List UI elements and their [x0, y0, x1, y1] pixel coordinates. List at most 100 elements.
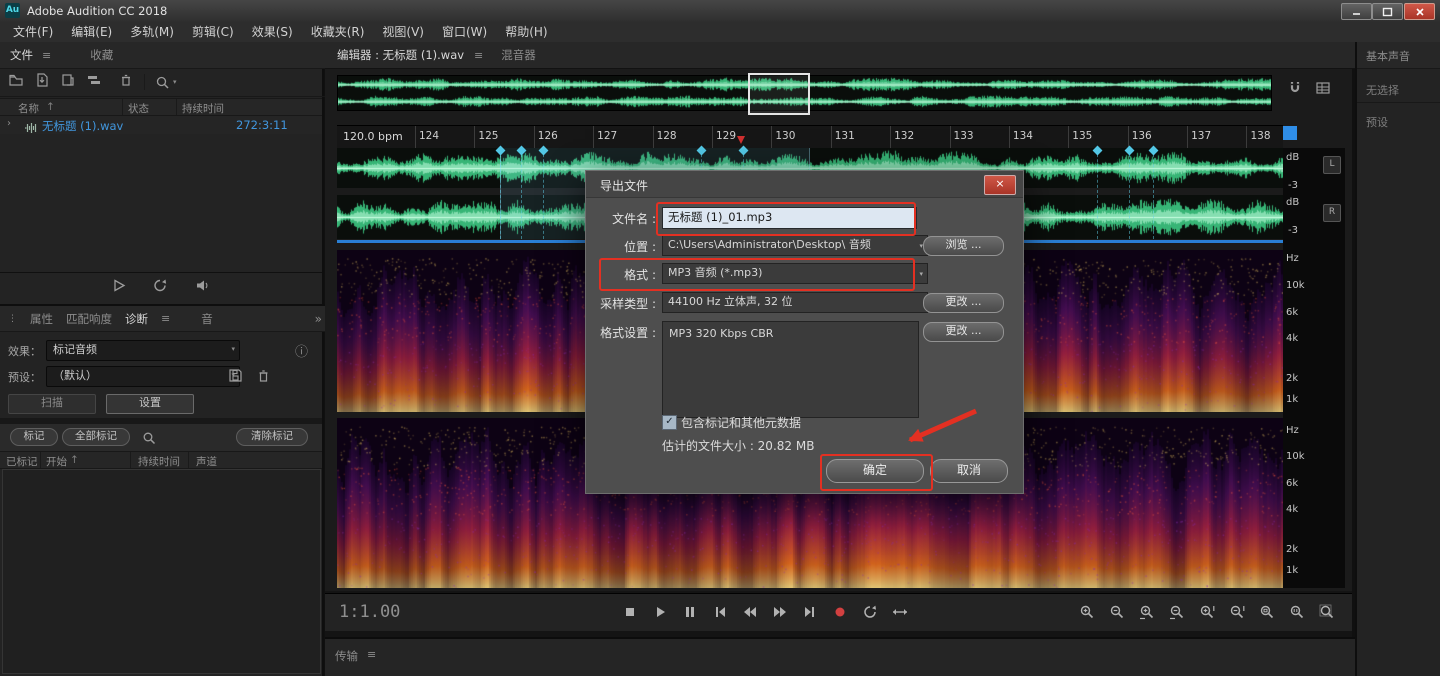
- column-duration[interactable]: 持续时间: [182, 101, 224, 116]
- effect-dropdown[interactable]: 标记音频 ▾: [46, 340, 240, 361]
- essential-sound-title[interactable]: 基本声音: [1366, 48, 1410, 64]
- zoom-out-time-button[interactable]: [1165, 600, 1189, 624]
- zoom-to-selection-button[interactable]: [1255, 600, 1279, 624]
- import-file-button[interactable]: [34, 72, 50, 92]
- skip-to-end-button[interactable]: [798, 600, 822, 624]
- play-button[interactable]: [648, 600, 672, 624]
- dialog-close-button[interactable]: ×: [984, 175, 1016, 195]
- channel-right-button[interactable]: R: [1323, 204, 1341, 222]
- rewind-button[interactable]: [738, 600, 762, 624]
- panel-menu-icon[interactable]: ≡: [474, 49, 483, 62]
- cancel-button[interactable]: 取消: [930, 459, 1008, 483]
- scan-button[interactable]: 扫描: [8, 394, 96, 414]
- minimize-button[interactable]: [1341, 3, 1372, 20]
- audio-marker[interactable]: [500, 149, 501, 239]
- preview-loop-button[interactable]: [152, 278, 168, 297]
- tab-editor[interactable]: 编辑器 : 无标题 (1).wav: [337, 47, 464, 63]
- zoom-out-button[interactable]: [1105, 600, 1129, 624]
- filename-input[interactable]: 无标题 (1)_01.mp3: [662, 207, 917, 229]
- new-file-button[interactable]: [60, 72, 76, 92]
- panel-menu-icon[interactable]: ≡: [367, 648, 376, 661]
- info-icon[interactable]: ⓘ: [295, 341, 308, 360]
- column-marked[interactable]: 已标记: [6, 454, 38, 469]
- transport-panel-title[interactable]: 传输: [335, 648, 358, 664]
- zoom-out-amplitude-button[interactable]: [1225, 600, 1249, 624]
- settings-button[interactable]: 设置: [106, 394, 194, 414]
- files-column-headers[interactable]: 名称 ↑ 状态 持续时间: [0, 98, 322, 116]
- preview-play-button[interactable]: [111, 278, 126, 297]
- zoom-in-button[interactable]: [1075, 600, 1099, 624]
- audio-marker[interactable]: [521, 149, 522, 239]
- menu-item-view[interactable]: 视图(V): [373, 22, 433, 42]
- playhead-marker[interactable]: [737, 136, 745, 144]
- audio-marker[interactable]: [1153, 149, 1154, 239]
- menu-item-help[interactable]: 帮助(H): [496, 22, 556, 42]
- column-status[interactable]: 状态: [128, 101, 149, 116]
- zoom-in-amplitude-button[interactable]: [1195, 600, 1219, 624]
- column-duration2[interactable]: 持续时间: [138, 454, 180, 469]
- menu-item-multitrack[interactable]: 多轨(M): [121, 22, 183, 42]
- tab-diagnostics[interactable]: 诊断: [125, 311, 148, 327]
- include-metadata-label[interactable]: 包含标记和其他元数据: [681, 414, 801, 431]
- skip-to-start-button[interactable]: [708, 600, 732, 624]
- maximize-button[interactable]: [1372, 3, 1403, 20]
- search-markers-icon[interactable]: [142, 430, 156, 449]
- format-dropdown[interactable]: MP3 音频 (*.mp3) ▾: [662, 263, 928, 284]
- loop-playback-button[interactable]: [858, 600, 882, 624]
- preset-dropdown[interactable]: （默认） ▾: [46, 366, 240, 387]
- fast-forward-button[interactable]: [768, 600, 792, 624]
- channel-left-button[interactable]: L: [1323, 156, 1341, 174]
- ok-button[interactable]: 确定: [826, 459, 924, 483]
- browse-button[interactable]: 浏览 ...: [923, 236, 1004, 256]
- grid-view-icon[interactable]: [1315, 80, 1331, 100]
- panel-menu-icon[interactable]: ≡: [161, 312, 170, 325]
- panel-menu-icon[interactable]: ≡: [42, 49, 51, 62]
- zoom-full-button[interactable]: [1315, 600, 1339, 624]
- overview-range-indicator[interactable]: [748, 73, 810, 115]
- marker-list-body[interactable]: [2, 469, 321, 674]
- search-files-button[interactable]: ▾: [155, 75, 177, 90]
- location-dropdown[interactable]: C:\Users\Administrator\Desktop\ 音频 ▾: [662, 235, 928, 256]
- timeline-ruler[interactable]: 120.0 bpm 124 125 126 127 128 129 130 131 132 133…: [337, 125, 1283, 149]
- tab-mixer[interactable]: 混音器: [501, 47, 536, 63]
- preview-volume-button[interactable]: [194, 278, 212, 297]
- insert-to-multitrack-button[interactable]: [86, 72, 102, 92]
- record-button[interactable]: [828, 600, 852, 624]
- tab-overflow-icon[interactable]: »: [315, 312, 322, 326]
- tab-match-loudness[interactable]: 匹配响度: [66, 311, 112, 327]
- skip-selection-button[interactable]: [888, 600, 912, 624]
- stop-button[interactable]: [618, 600, 642, 624]
- column-channel[interactable]: 声道: [196, 454, 217, 469]
- column-start[interactable]: 开始: [46, 454, 67, 469]
- marker-list-headers[interactable]: 已标记 开始 ↑ 持续时间 声道: [0, 451, 322, 469]
- delete-file-button[interactable]: [118, 72, 134, 92]
- clear-marks-button[interactable]: 清除标记: [236, 428, 308, 446]
- magnet-snap-icon[interactable]: [1287, 80, 1303, 100]
- change-format-settings-button[interactable]: 更改 ...: [923, 322, 1004, 342]
- include-metadata-checkbox[interactable]: ✓: [662, 415, 677, 430]
- timeline-scroll-thumb[interactable]: [1283, 126, 1297, 140]
- file-name[interactable]: 无标题 (1).wav: [42, 118, 123, 134]
- zoom-selection-edge-button[interactable]: [1285, 600, 1309, 624]
- menu-item-clip[interactable]: 剪辑(C): [183, 22, 243, 42]
- tab-amplitude[interactable]: 音: [201, 311, 213, 327]
- column-name[interactable]: 名称: [18, 101, 39, 116]
- menu-item-effects[interactable]: 效果(S): [243, 22, 302, 42]
- menu-item-file[interactable]: 文件(F): [4, 22, 62, 42]
- tab-favorites[interactable]: 收藏: [90, 47, 113, 63]
- zoom-in-time-button[interactable]: [1135, 600, 1159, 624]
- menu-item-favorites[interactable]: 收藏夹(R): [302, 22, 374, 42]
- tab-properties[interactable]: 属性: [30, 311, 53, 327]
- change-sample-type-button[interactable]: 更改 ...: [923, 293, 1004, 313]
- title-bar[interactable]: Au Adobe Audition CC 2018: [0, 0, 1440, 23]
- close-button[interactable]: [1404, 3, 1435, 20]
- expand-chevron-icon[interactable]: ›: [7, 118, 11, 129]
- audio-marker[interactable]: [543, 149, 544, 239]
- save-preset-icon[interactable]: [228, 368, 243, 387]
- mark-button[interactable]: 标记: [10, 428, 58, 446]
- mark-all-button[interactable]: 全部标记: [62, 428, 130, 446]
- essential-preset-label[interactable]: 预设: [1366, 114, 1388, 130]
- menu-item-edit[interactable]: 编辑(E): [62, 22, 121, 42]
- dialog-title-bar[interactable]: 导出文件 ×: [586, 171, 1023, 198]
- file-list-row[interactable]: › 无标题 (1).wav 272:3:11: [0, 116, 322, 134]
